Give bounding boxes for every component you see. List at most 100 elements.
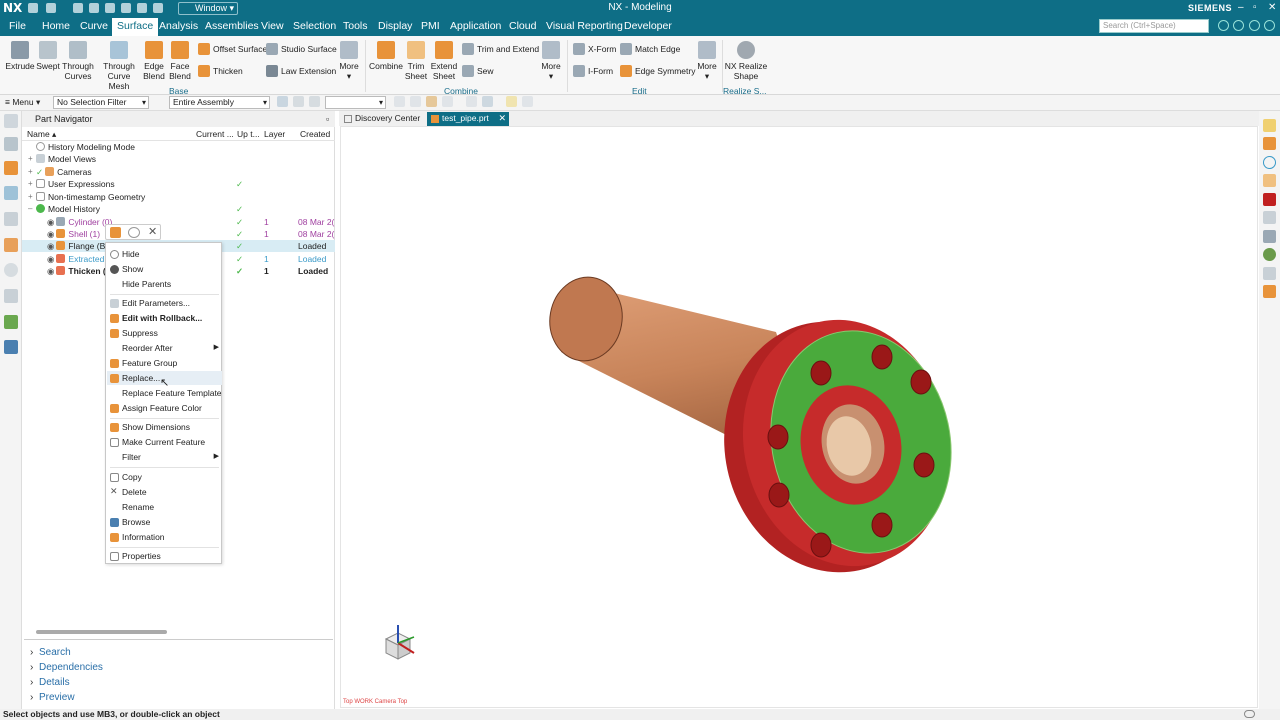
- cut-icon[interactable]: [89, 3, 99, 13]
- edge-symmetry-button[interactable]: Edge Symmetry: [620, 64, 695, 78]
- tab-visual-reporting[interactable]: Visual Reporting: [546, 20, 623, 32]
- menu-item-feature-group[interactable]: Feature Group: [107, 356, 222, 370]
- tab-surface[interactable]: Surface: [112, 18, 159, 36]
- menu-item-delete[interactable]: ✕ Delete: [107, 485, 222, 499]
- point-snap-icon[interactable]: [394, 96, 405, 107]
- color-palette-icon[interactable]: [1263, 248, 1276, 261]
- thicken-button[interactable]: Thicken: [198, 64, 243, 78]
- help-icon[interactable]: [506, 96, 517, 107]
- endpoint-icon[interactable]: [410, 96, 421, 107]
- tab-selection[interactable]: Selection: [293, 20, 336, 32]
- match-edge-button[interactable]: Match Edge: [620, 42, 680, 56]
- combine-button[interactable]: Combine: [369, 41, 403, 71]
- tab-tools[interactable]: Tools: [343, 20, 368, 32]
- through-curves-button[interactable]: Through Curves: [61, 41, 95, 81]
- save-icon[interactable]: [28, 3, 38, 13]
- menu-item-show-dimensions[interactable]: Show Dimensions: [107, 420, 222, 434]
- trim-sheet-button[interactable]: Trim Sheet: [403, 41, 429, 81]
- through-curve-mesh-button[interactable]: Through Curve Mesh: [97, 41, 141, 91]
- column-created[interactable]: Created: [300, 129, 330, 139]
- measure-icon[interactable]: [522, 96, 533, 107]
- quadrant-icon[interactable]: [482, 96, 493, 107]
- help-icon[interactable]: [1249, 20, 1260, 31]
- intersection-icon[interactable]: [466, 96, 477, 107]
- combine-more-button[interactable]: More ▾: [538, 41, 564, 81]
- menu-item-browse[interactable]: Browse: [107, 515, 222, 529]
- tab-assemblies[interactable]: Assemblies: [205, 20, 259, 32]
- base-more-button[interactable]: More ▾: [336, 41, 362, 81]
- tab-developer[interactable]: Developer: [624, 20, 672, 32]
- trim-and-extend-button[interactable]: Trim and Extend: [462, 42, 539, 56]
- assembly-navigator-icon[interactable]: [4, 137, 18, 151]
- tree-row-shell[interactable]: ◉ Shell (1) ✓ 1 08 Mar 2(: [22, 228, 335, 240]
- eye-icon[interactable]: ◉: [47, 266, 54, 276]
- menu-item-information[interactable]: Information: [107, 530, 222, 544]
- extend-sheet-button[interactable]: Extend Sheet: [430, 41, 458, 81]
- search-icon[interactable]: [1218, 20, 1229, 31]
- tab-application[interactable]: Application: [450, 20, 501, 32]
- menu-item-suppress[interactable]: Suppress: [107, 326, 222, 340]
- menu-button[interactable]: ≡ Menu ▾: [5, 97, 40, 108]
- reuse-library-icon[interactable]: [4, 212, 18, 226]
- tab-discovery-center[interactable]: Discovery Center: [340, 112, 426, 126]
- tab-pmi[interactable]: PMI: [421, 20, 440, 32]
- file-menu[interactable]: File: [9, 20, 26, 32]
- hide-show-icon[interactable]: [1263, 119, 1276, 132]
- tab-home[interactable]: Home: [42, 20, 70, 32]
- tab-curve[interactable]: Curve: [80, 20, 108, 32]
- section-preview[interactable]: Preview: [30, 692, 74, 703]
- menu-item-edit-parameters[interactable]: Edit Parameters...: [107, 296, 222, 310]
- menu-item-rename[interactable]: Rename: [107, 500, 222, 514]
- window-menu[interactable]: Window ▾: [178, 2, 238, 15]
- settings-icon[interactable]: [4, 114, 18, 128]
- part-navigator-icon[interactable]: [4, 186, 18, 200]
- delete-icon[interactable]: ✕: [148, 225, 157, 238]
- menu-item-filter[interactable]: Filter ▶: [107, 450, 222, 464]
- edge-blend-button[interactable]: Edge Blend: [141, 41, 167, 81]
- menu-item-show[interactable]: Show: [107, 262, 222, 276]
- filter-icon[interactable]: [293, 96, 304, 107]
- menu-item-hide[interactable]: Hide: [107, 247, 222, 261]
- minimize-icon[interactable]: –: [1238, 2, 1244, 13]
- eye-icon[interactable]: ◉: [47, 241, 54, 251]
- maximize-icon[interactable]: ▫: [1253, 2, 1257, 13]
- edit-object-icon[interactable]: [1263, 211, 1276, 224]
- eye-icon[interactable]: ◉: [47, 254, 54, 264]
- tab-view[interactable]: View: [261, 20, 284, 32]
- law-extension-button[interactable]: Law Extension: [266, 64, 336, 78]
- edit-with-rollback-icon[interactable]: [110, 227, 121, 238]
- tree-row-non-timestamp[interactable]: + Non-timestamp Geometry: [22, 191, 335, 203]
- menu-item-hide-parents[interactable]: Hide Parents: [107, 277, 222, 291]
- mic-icon[interactable]: [73, 3, 83, 13]
- analysis-icon[interactable]: [1263, 285, 1276, 298]
- feedback-icon[interactable]: [1233, 20, 1244, 31]
- menu-item-edit-with-rollback[interactable]: Edit with Rollback...: [107, 311, 222, 325]
- selection-filter-dropdown[interactable]: No Selection Filter: [53, 96, 149, 109]
- close-icon[interactable]: ✕: [1268, 2, 1276, 13]
- section-view-icon[interactable]: [1263, 230, 1276, 243]
- tree-row-user-expressions[interactable]: + User Expressions ✓: [22, 178, 335, 190]
- eye-icon[interactable]: ◉: [47, 217, 54, 227]
- face-blend-button[interactable]: Face Blend: [167, 41, 193, 81]
- horizontal-scrollbar[interactable]: [36, 630, 167, 634]
- tree-row-history-mode[interactable]: History Modeling Mode: [22, 141, 335, 153]
- midpoint-icon[interactable]: [426, 96, 437, 107]
- model-view[interactable]: [341, 127, 1259, 709]
- paste-icon[interactable]: [121, 3, 131, 13]
- column-up-to-date[interactable]: Up t...: [237, 129, 260, 139]
- menu-item-assign-feature-color[interactable]: Assign Feature Color: [107, 401, 222, 415]
- studio-surface-button[interactable]: Studio Surface: [266, 42, 337, 56]
- snap-dropdown[interactable]: [325, 96, 386, 109]
- orient-view-icon[interactable]: [1263, 156, 1276, 169]
- selection-scope-dropdown[interactable]: Entire Assembly: [169, 96, 270, 109]
- menu-item-copy[interactable]: Copy: [107, 470, 222, 484]
- roles-icon[interactable]: [4, 340, 18, 354]
- eye-icon[interactable]: ◉: [47, 229, 54, 239]
- section-dependencies[interactable]: Dependencies: [30, 662, 103, 673]
- copy-icon[interactable]: [105, 3, 115, 13]
- snap-icon[interactable]: [277, 96, 288, 107]
- column-name[interactable]: Name ▴: [27, 129, 56, 140]
- command-search-input[interactable]: Search (Ctrl+Space): [1099, 19, 1209, 33]
- tab-analysis[interactable]: Analysis: [159, 20, 198, 32]
- undo-icon[interactable]: [46, 3, 56, 13]
